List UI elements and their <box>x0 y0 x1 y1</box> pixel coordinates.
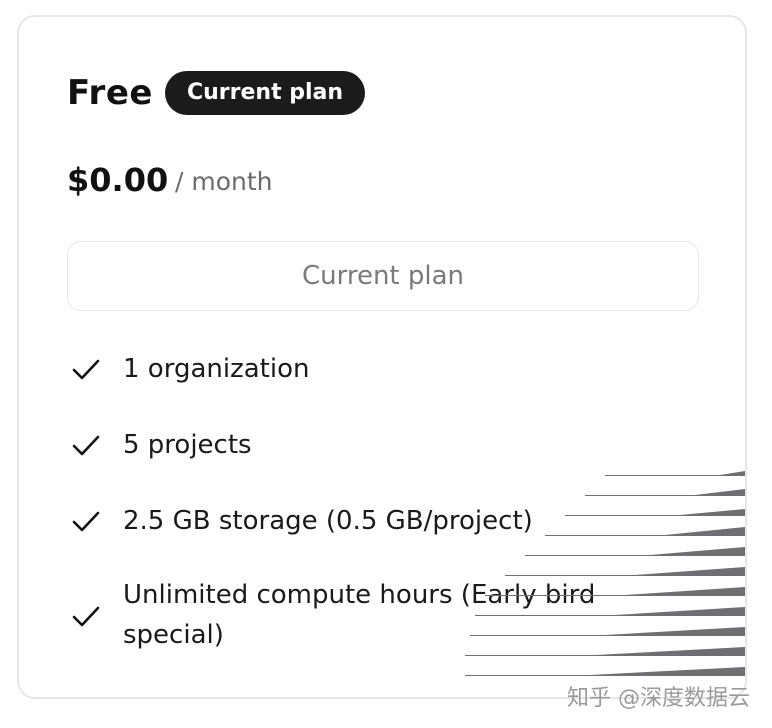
plan-price: $0.00 <box>67 161 169 199</box>
plan-name: Free <box>67 73 153 113</box>
check-icon <box>72 511 100 532</box>
pricing-card: Free Current plan $0.00 / month Current … <box>17 15 747 699</box>
feature-label: Unlimited compute hours (Early bird spec… <box>123 580 596 650</box>
current-plan-badge: Current plan <box>165 71 366 115</box>
feature-label: 1 organization <box>123 354 310 384</box>
feature-label: 5 projects <box>123 430 252 460</box>
check-icon <box>72 435 100 456</box>
watermark-text: 知乎 @深度数据云 <box>567 686 750 711</box>
current-plan-button[interactable]: Current plan <box>67 241 699 311</box>
check-icon <box>72 359 100 380</box>
feature-label: 2.5 GB storage (0.5 GB/project) <box>123 506 533 536</box>
billing-period: / month <box>175 167 273 196</box>
check-icon <box>72 606 100 627</box>
